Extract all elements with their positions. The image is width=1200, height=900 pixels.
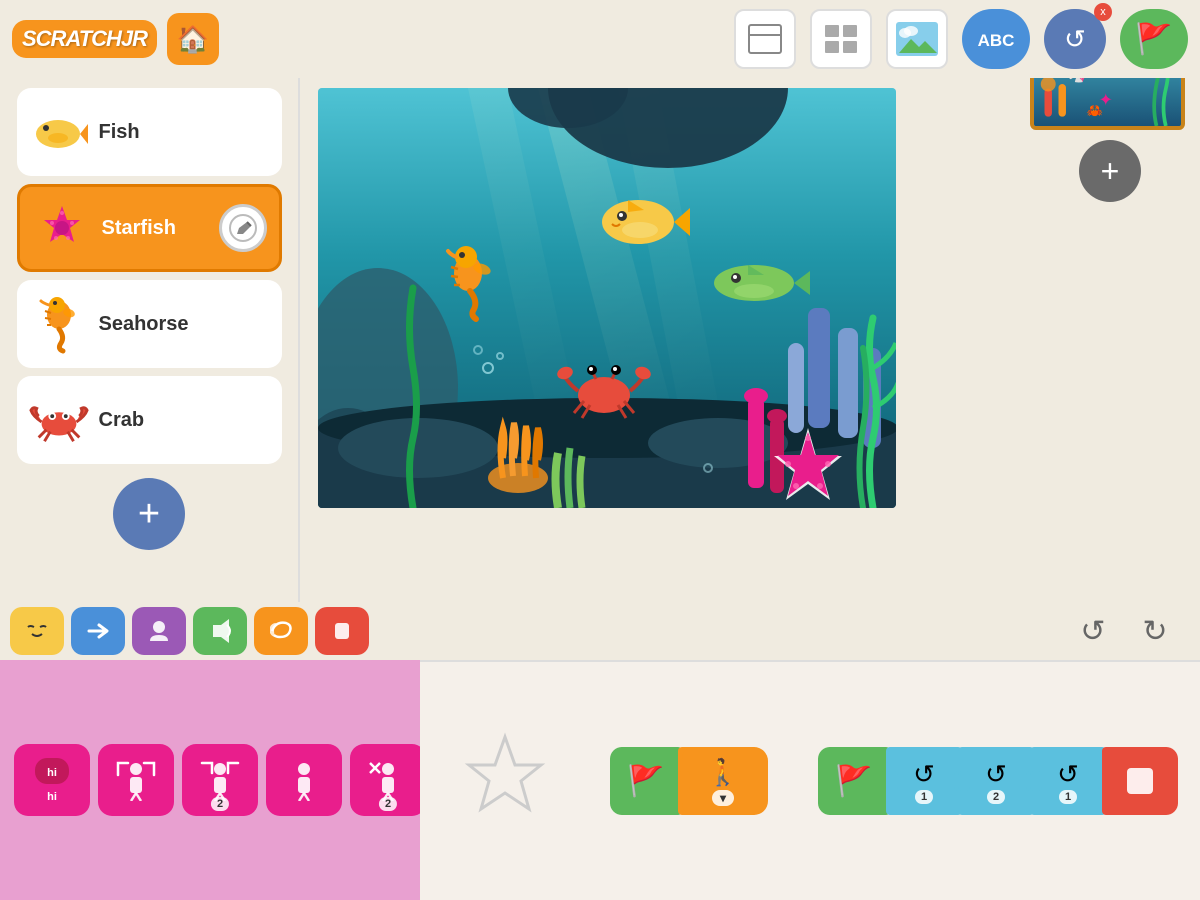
category-sound[interactable] (193, 607, 247, 655)
undo-badge: x (1094, 3, 1112, 21)
category-looks[interactable] (132, 607, 186, 655)
scene-button[interactable] (886, 9, 948, 69)
starfish-icon (32, 198, 92, 258)
rotate2-badge: 2 (987, 790, 1005, 804)
sprite-item-starfish[interactable]: Starfish (17, 184, 282, 272)
logo-text: SCRATCHJR (22, 26, 147, 52)
say-hi-label: hi (47, 791, 57, 803)
toolbar-group: ABC ↺ x 🚩 (734, 9, 1188, 69)
flag1-icon: 🚩 (627, 764, 664, 799)
block-hide[interactable]: 2 (350, 744, 420, 816)
crab-icon (29, 390, 89, 450)
fish-name: Fish (99, 121, 270, 144)
block-say-hi[interactable]: hi hi (14, 744, 90, 816)
script-block-walk1[interactable]: 🚶 ▾ (678, 747, 768, 815)
script-group-1: 🚩 🚶 ▾ (610, 747, 768, 815)
script-block-end1[interactable] (1102, 747, 1178, 815)
edit-starfish-button[interactable] (219, 204, 267, 252)
script-block-flag1[interactable]: 🚩 (610, 747, 682, 815)
category-row (0, 602, 420, 660)
category-motion[interactable] (71, 607, 125, 655)
blocks-palette: hi hi 2 (0, 660, 420, 900)
block-shrink[interactable]: 2 (182, 744, 258, 816)
top-bar: SCRATCHJR 🏠 (0, 0, 1200, 78)
abc-button[interactable]: ABC (962, 9, 1030, 69)
hide-badge: 2 (379, 797, 397, 811)
script-block-rotate2[interactable]: ↺ 2 (958, 747, 1034, 815)
block-show[interactable] (266, 744, 342, 816)
script-redo-button[interactable]: ↻ (1130, 609, 1180, 653)
script-block-rotate1[interactable]: ↺ 1 (886, 747, 962, 815)
script-area: 🚩 🚶 ▾ 🚩 (420, 660, 1200, 900)
rotate1-badge: 1 (915, 790, 933, 804)
layout-button[interactable] (734, 9, 796, 69)
stage-area (300, 78, 1030, 518)
rotate2-icon: ↺ (985, 759, 1007, 790)
seahorse-icon (29, 294, 89, 354)
seahorse-name: Seahorse (99, 313, 270, 336)
rotate1-icon: ↺ (913, 759, 935, 790)
sprite-outline-starfish (450, 726, 560, 836)
shrink-badge: 2 (211, 797, 229, 811)
script-block-flag2[interactable]: 🚩 (818, 747, 890, 815)
home-button[interactable]: 🏠 (167, 13, 219, 65)
walk-sub-label: ▾ (712, 790, 734, 806)
svg-text:hi: hi (47, 767, 57, 779)
category-end[interactable] (315, 607, 369, 655)
undo-icon: ↺ (1064, 24, 1086, 55)
sprite-item-crab[interactable]: Crab (17, 376, 282, 464)
crab-name: Crab (99, 409, 270, 432)
rotate3-badge: 1 (1059, 790, 1077, 804)
walk1-icon: 🚶 (707, 757, 739, 788)
add-sprite-button[interactable]: + (113, 478, 185, 550)
sprite-item-seahorse[interactable]: Seahorse (17, 280, 282, 368)
flag-button[interactable]: 🚩 (1120, 9, 1188, 69)
svg-text:🦀: 🦀 (1087, 103, 1103, 118)
stage-canvas[interactable] (318, 88, 896, 508)
flag2-icon: 🚩 (835, 764, 872, 799)
grid-button[interactable] (810, 9, 872, 69)
starfish-name: Starfish (102, 217, 209, 240)
add-scene-icon: + (1101, 155, 1120, 187)
script-undo-button[interactable]: ↺ (1068, 609, 1118, 653)
bottom-undo-redo-bar: ↺ ↻ (420, 602, 1200, 660)
fish-icon (29, 102, 89, 162)
sprite-item-fish[interactable]: Fish (17, 88, 282, 176)
category-trigger[interactable] (10, 607, 64, 655)
category-control[interactable] (254, 607, 308, 655)
script-block-rotate3[interactable]: ↺ 1 (1030, 747, 1106, 815)
block-grow[interactable] (98, 744, 174, 816)
scratch-logo[interactable]: SCRATCHJR (12, 20, 157, 58)
rotate3-icon: ↺ (1057, 759, 1079, 790)
undo-button[interactable]: ↺ x (1044, 9, 1106, 69)
add-scene-button[interactable]: + (1079, 140, 1141, 202)
svg-text:ABC: ABC (978, 31, 1015, 50)
script-group-2: 🚩 ↺ 1 ↺ 2 (818, 747, 1178, 815)
add-sprite-icon: + (138, 495, 160, 533)
